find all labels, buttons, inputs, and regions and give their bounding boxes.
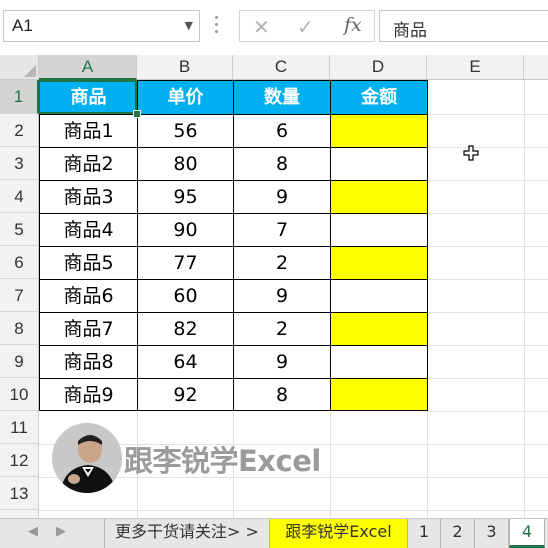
table-cell[interactable]: 商品9 xyxy=(39,378,138,411)
table-cell[interactable]: 商品5 xyxy=(39,246,138,280)
table-cell[interactable]: 商品8 xyxy=(39,345,138,379)
gridline xyxy=(427,345,548,346)
column-header-d[interactable]: D xyxy=(330,55,427,80)
gridline xyxy=(330,411,331,520)
select-all-button[interactable] xyxy=(0,55,39,80)
table-cell[interactable]: 9 xyxy=(233,180,331,214)
header-cell-price[interactable]: 单价 xyxy=(137,80,234,115)
row-header-1[interactable]: 1 xyxy=(0,80,39,114)
table-cell[interactable]: 77 xyxy=(137,246,234,280)
table-cell[interactable] xyxy=(330,279,428,313)
gridline xyxy=(427,279,548,280)
gridline xyxy=(427,312,548,313)
gridline xyxy=(427,246,548,247)
table-cell[interactable] xyxy=(330,345,428,379)
column-header-c[interactable]: C xyxy=(233,55,330,80)
table-cell[interactable]: 2 xyxy=(233,312,331,346)
name-box[interactable]: A1 ▼ xyxy=(3,10,200,42)
table-cell[interactable] xyxy=(330,246,428,280)
row-header-6[interactable]: 6 xyxy=(0,246,39,279)
gridline xyxy=(39,510,548,511)
sheet-tab-4[interactable]: 4 xyxy=(509,519,545,548)
name-box-value: A1 xyxy=(12,16,33,35)
formula-bar: A1 ▼ ✕ ✓ fx 商品 xyxy=(0,0,548,52)
gridline xyxy=(427,213,548,214)
table-cell[interactable]: 商品7 xyxy=(39,312,138,346)
gridline xyxy=(427,378,548,379)
sheet-tab-2[interactable]: 2 xyxy=(441,519,475,548)
active-cell-border xyxy=(38,80,137,114)
gridline xyxy=(524,80,525,520)
row-header-2[interactable]: 2 xyxy=(0,114,39,147)
table-cell[interactable]: 6 xyxy=(233,114,331,148)
table-cell[interactable]: 64 xyxy=(137,345,234,379)
table-cell[interactable]: 60 xyxy=(137,279,234,313)
sheet-tab-follow[interactable]: 更多干货请关注> > xyxy=(104,519,270,548)
table-cell[interactable] xyxy=(330,312,428,346)
column-header-a[interactable]: A xyxy=(39,55,137,80)
row-header-9[interactable]: 9 xyxy=(0,345,39,378)
logo-avatar xyxy=(52,423,122,493)
fill-handle[interactable] xyxy=(133,110,141,118)
gridline xyxy=(427,114,548,115)
table-cell[interactable]: 8 xyxy=(233,378,331,411)
table-cell[interactable]: 8 xyxy=(233,147,331,181)
cancel-icon[interactable]: ✕ xyxy=(253,15,270,39)
table-cell[interactable]: 95 xyxy=(137,180,234,214)
logo-text: 跟李锐学Excel xyxy=(124,444,321,478)
drag-handle-icon[interactable] xyxy=(212,16,220,36)
table-cell[interactable]: 56 xyxy=(137,114,234,148)
row-header-3[interactable]: 3 xyxy=(0,147,39,180)
row-header-5[interactable]: 5 xyxy=(0,213,39,246)
table-cell[interactable] xyxy=(330,213,428,247)
sheet-tab-3[interactable]: 3 xyxy=(475,519,509,548)
table-cell[interactable]: 商品6 xyxy=(39,279,138,313)
column-header-e[interactable]: E xyxy=(427,55,524,80)
row-header-11[interactable]: 11 xyxy=(0,411,39,444)
table-cell[interactable]: 2 xyxy=(233,246,331,280)
formula-buttons: ✕ ✓ fx xyxy=(239,10,375,42)
sheet-tab-1[interactable]: 1 xyxy=(408,519,441,548)
row-header-8[interactable]: 8 xyxy=(0,312,39,345)
table-cell[interactable]: 9 xyxy=(233,345,331,379)
scroll-left-icon[interactable]: ◀ xyxy=(28,524,38,539)
header-cell-amount[interactable]: 金额 xyxy=(330,80,428,115)
table-cell[interactable]: 80 xyxy=(137,147,234,181)
row-header-4[interactable]: 4 xyxy=(0,180,39,213)
row-header-14[interactable] xyxy=(0,510,39,518)
scroll-right-icon[interactable]: ▶ xyxy=(56,524,66,539)
enter-icon[interactable]: ✓ xyxy=(297,15,314,39)
table-cell[interactable]: 82 xyxy=(137,312,234,346)
table-cell[interactable]: 商品2 xyxy=(39,147,138,181)
column-header-b[interactable]: B xyxy=(137,55,233,80)
sheet-tab-bar: ◀ ▶ 更多干货请关注> > 跟李锐学Excel 1 2 3 4 xyxy=(0,518,548,548)
table-cell[interactable] xyxy=(330,147,428,181)
table-cell[interactable] xyxy=(330,378,428,411)
table-cell[interactable]: 商品1 xyxy=(39,114,138,148)
formula-input-value: 商品 xyxy=(393,21,427,41)
row-header-7[interactable]: 7 xyxy=(0,279,39,312)
gridline xyxy=(427,180,548,181)
table-cell[interactable]: 92 xyxy=(137,378,234,411)
row-header-10[interactable]: 10 xyxy=(0,378,39,411)
sheet-tab-logo[interactable]: 跟李锐学Excel xyxy=(270,519,408,548)
row-header-12[interactable]: 12 xyxy=(0,444,39,477)
formula-input[interactable]: 商品 xyxy=(379,10,548,42)
column-header-f[interactable] xyxy=(524,55,548,80)
header-cell-quantity[interactable]: 数量 xyxy=(233,80,331,115)
insert-function-icon[interactable]: fx xyxy=(344,14,362,36)
gridline xyxy=(427,147,548,148)
chevron-down-icon[interactable]: ▼ xyxy=(185,19,193,32)
table-cell[interactable]: 90 xyxy=(137,213,234,247)
table-cell[interactable] xyxy=(330,180,428,214)
table-cell[interactable]: 商品3 xyxy=(39,180,138,214)
table-cell[interactable]: 9 xyxy=(233,279,331,313)
row-header-13[interactable]: 13 xyxy=(0,477,39,510)
table-cell[interactable] xyxy=(330,114,428,148)
gridline xyxy=(427,411,548,412)
table-cell[interactable]: 商品4 xyxy=(39,213,138,247)
table-cell[interactable]: 7 xyxy=(233,213,331,247)
cell-cursor-icon xyxy=(463,145,479,165)
